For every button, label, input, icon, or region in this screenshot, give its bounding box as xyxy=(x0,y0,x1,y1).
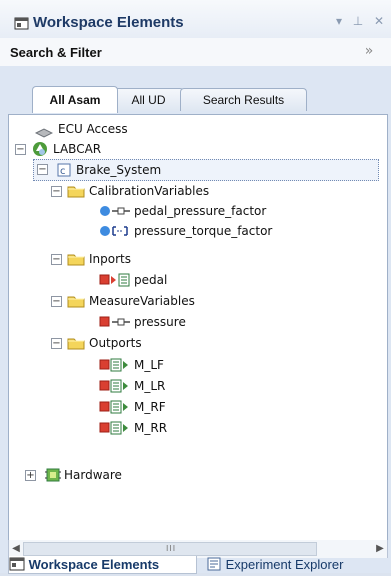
search-filter-bar: Search & Filter » xyxy=(0,38,391,67)
tree-item-label: pressure_torque_factor xyxy=(134,224,273,238)
tree-item-label: Inports xyxy=(89,252,131,266)
tree-item-label: Outports xyxy=(89,336,142,350)
expand-toggle[interactable]: + xyxy=(25,470,36,481)
page-title: Workspace Elements xyxy=(33,14,184,31)
tree-item-labcar[interactable]: − LABCAR xyxy=(15,139,315,159)
scroll-right-icon[interactable]: ▶ xyxy=(373,540,387,558)
tab-all-asam[interactable]: All Asam xyxy=(32,86,118,113)
expand-toggle[interactable]: − xyxy=(37,164,48,175)
folder-icon xyxy=(67,293,85,315)
folder-icon xyxy=(67,335,85,357)
tab-label: Workspace Elements xyxy=(28,557,160,572)
tree-item-m-lr[interactable]: M_LR xyxy=(99,376,299,396)
tree-item-measure-variables[interactable]: − MeasureVariables xyxy=(51,291,351,311)
tree-item-label: pressure xyxy=(134,315,186,329)
titlebar: Workspace Elements ▾ ⊥ ✕ xyxy=(0,0,391,39)
folder-icon xyxy=(67,183,85,205)
measure-variable-icon xyxy=(99,315,133,335)
workspace-tree[interactable]: ECU Access − LABCAR − c Brake_System − C… xyxy=(8,114,388,542)
hardware-icon xyxy=(45,467,61,489)
pin-icon[interactable]: ⊥ xyxy=(351,14,365,28)
tree-item-m-lf[interactable]: M_LF xyxy=(99,355,299,375)
tree-item-label: CalibrationVariables xyxy=(89,184,210,198)
experiment-explorer-icon xyxy=(207,557,222,576)
expand-toggle[interactable]: − xyxy=(51,254,62,265)
tree-item-calibration-variables[interactable]: − CalibrationVariables xyxy=(51,181,351,201)
tree-item-pedal[interactable]: pedal xyxy=(99,270,299,290)
tree-item-label: pedal xyxy=(134,273,168,287)
tab-search-results[interactable]: Search Results xyxy=(180,88,307,111)
svg-text:c: c xyxy=(60,166,66,177)
tree-item-m-rr[interactable]: M_RR xyxy=(99,418,299,438)
tree-item-label: M_RF xyxy=(134,400,166,414)
tree-item-label: Hardware xyxy=(64,468,122,482)
search-filter-title: Search & Filter xyxy=(10,45,102,60)
tree-item-label: M_LF xyxy=(134,358,164,372)
scrollbar-grip-label: III xyxy=(166,544,177,553)
chevron-down-icon[interactable]: ▾ xyxy=(332,14,346,28)
tree-item-label: LABCAR xyxy=(53,142,102,156)
tab-label: Experiment Explorer xyxy=(225,557,344,572)
tab-strip: All Asam All UD Search Results xyxy=(0,66,391,114)
expand-toggle[interactable]: − xyxy=(51,186,62,197)
folder-icon xyxy=(67,251,85,273)
tree-item-hardware[interactable]: + Hardware xyxy=(25,465,275,485)
tree-item-outports[interactable]: − Outports xyxy=(51,333,351,353)
expand-toggle[interactable]: − xyxy=(51,296,62,307)
tab-experiment-explorer[interactable]: Experiment Explorer xyxy=(207,556,343,573)
scrollbar-thumb[interactable]: III xyxy=(23,542,317,556)
tab-all-ud[interactable]: All UD xyxy=(113,88,184,111)
tree-item-inports[interactable]: − Inports xyxy=(51,249,351,269)
tree-item-label: ECU Access xyxy=(58,122,128,136)
workspace-elements-icon xyxy=(9,557,25,576)
tree-item-label: M_LR xyxy=(134,379,166,393)
outport-icon xyxy=(99,421,132,442)
tree-item-ecu-access[interactable]: ECU Access xyxy=(34,119,335,139)
tree-item-pressure-torque-factor[interactable]: pressure_torque_factor xyxy=(99,221,359,241)
workspace-elements-panel: Workspace Elements ▾ ⊥ ✕ Search & Filter… xyxy=(0,0,391,574)
calibration-variable-icon xyxy=(99,224,133,244)
tree-item-label: pedal_pressure_factor xyxy=(134,204,267,218)
expand-toggle[interactable]: − xyxy=(51,338,62,349)
workspace-elements-icon xyxy=(14,15,29,30)
collapse-expand-icon[interactable]: » xyxy=(362,44,376,58)
tab-workspace-elements[interactable]: Workspace Elements xyxy=(8,556,197,574)
expand-toggle[interactable]: − xyxy=(15,144,26,155)
tree-item-label: M_RR xyxy=(134,421,168,435)
tree-item-pedal-pressure-factor[interactable]: pedal_pressure_factor xyxy=(99,201,359,221)
tree-item-pressure[interactable]: pressure xyxy=(99,312,299,332)
tree-item-brake-system[interactable]: − c Brake_System xyxy=(33,159,379,181)
tree-item-label: MeasureVariables xyxy=(89,294,195,308)
bottom-tabs: Workspace Elements Experiment Explorer xyxy=(0,556,391,574)
tree-item-m-rf[interactable]: M_RF xyxy=(99,397,299,417)
close-icon[interactable]: ✕ xyxy=(372,14,386,28)
tree-item-label: Brake_System xyxy=(76,163,162,177)
